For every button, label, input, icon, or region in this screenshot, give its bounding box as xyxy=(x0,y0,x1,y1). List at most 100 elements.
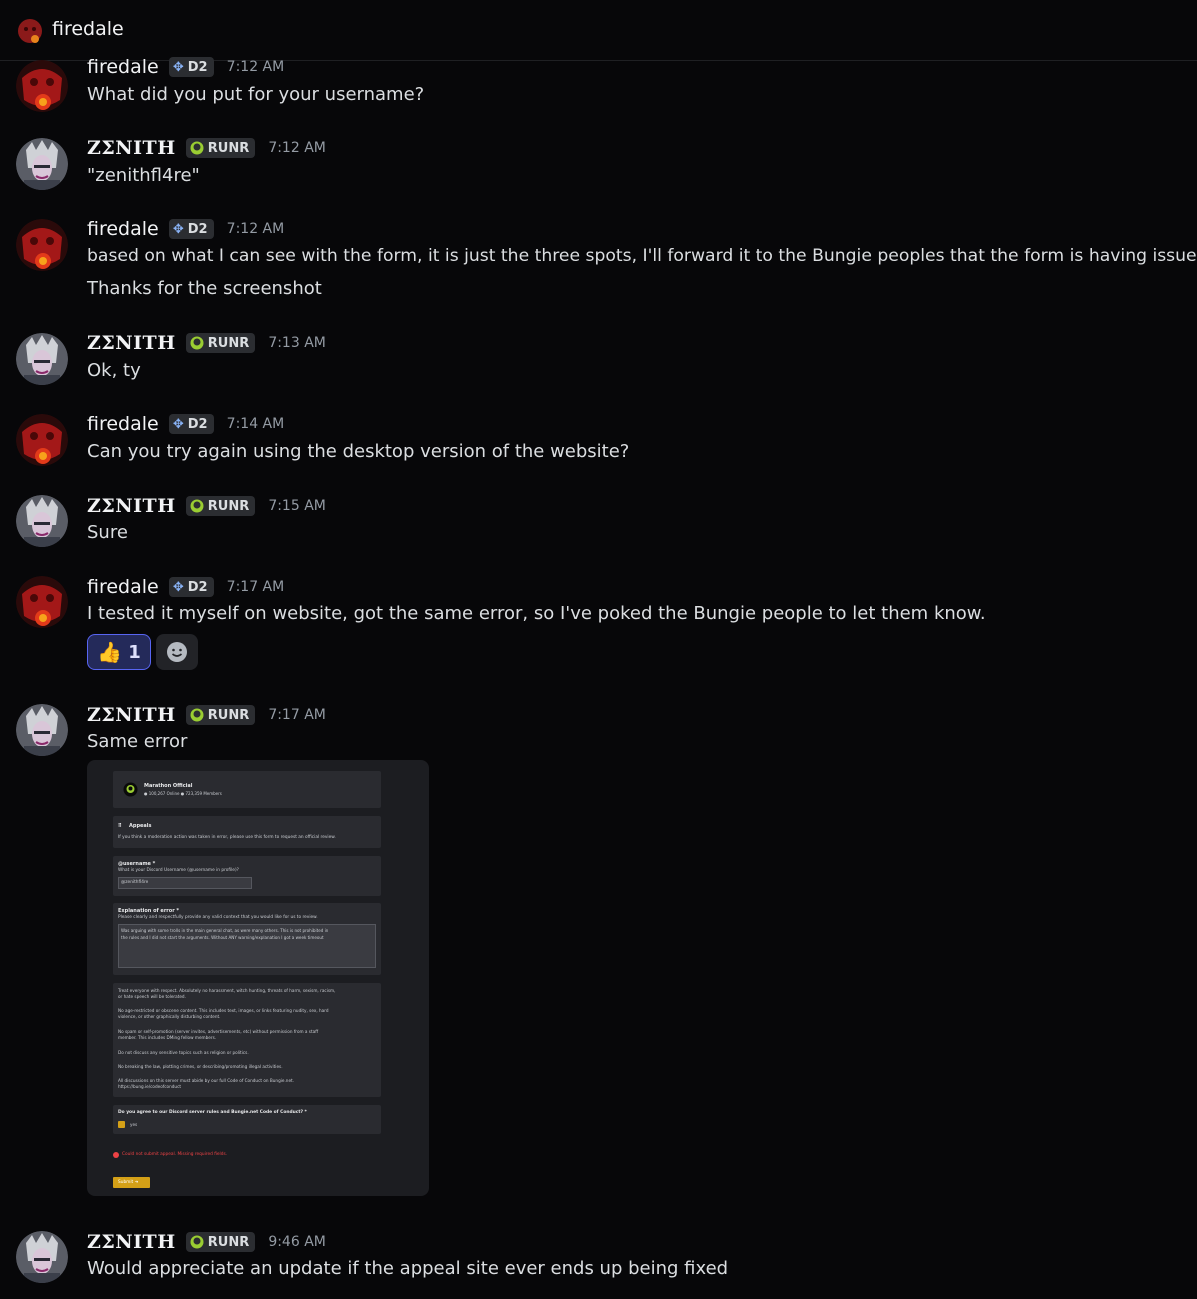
zenith-avatar[interactable] xyxy=(16,333,68,385)
timestamp: 7:14 AM xyxy=(226,416,285,432)
message-header: ΖΣΝΙΤΗ RUNR 7:13 AM xyxy=(87,332,326,356)
d2-icon: ✥ xyxy=(172,59,184,75)
q2-value-line: the rules and I did not start the argume… xyxy=(121,935,324,940)
server-tag[interactable]: RUNR xyxy=(185,705,256,725)
server-tag[interactable]: RUNR xyxy=(185,333,256,353)
zenith-avatar[interactable] xyxy=(16,704,68,756)
message-text: Same error xyxy=(87,731,188,752)
add-reaction-button[interactable] xyxy=(156,634,198,670)
message-header: ΖΣΝΙΤΗ RUNR 7:12 AM xyxy=(87,137,326,161)
error-icon xyxy=(113,1152,119,1158)
agreement-question: Do you agree to our Discord server rules… xyxy=(113,1105,381,1134)
grid-icon: ⠿ xyxy=(118,823,122,829)
runr-icon xyxy=(190,499,204,513)
explanation-field[interactable]: Was arguing with some trolls in the main… xyxy=(118,924,376,968)
username-question: @username * What is your Discord Usernam… xyxy=(113,856,381,896)
message-text: I tested it myself on website, got the s… xyxy=(87,603,986,624)
zenith-avatar[interactable] xyxy=(16,138,68,190)
message-header: ΖΣΝΙΤΗ RUNR 9:46 AM xyxy=(87,1231,326,1255)
timestamp: 7:17 AM xyxy=(226,579,285,595)
q2-label: Explanation of error * xyxy=(118,908,180,914)
appeals-desc: If you think a moderation action was tak… xyxy=(118,835,336,840)
author-name[interactable]: firedale xyxy=(87,413,159,435)
server-stats: ● 100,267 Online ● 723,359 Members xyxy=(144,791,222,796)
zenith-avatar[interactable] xyxy=(16,495,68,547)
firedale-avatar[interactable] xyxy=(16,219,68,271)
message-text: Sure xyxy=(87,522,128,543)
author-name[interactable]: ΖΣΝΙΤΗ xyxy=(87,704,176,726)
rules-card: Treat everyone with respect. Absolutely … xyxy=(113,983,381,1097)
server-name: Marathon Official xyxy=(144,783,193,789)
timestamp: 7:13 AM xyxy=(268,335,326,351)
server-tag[interactable]: ✥ D2 xyxy=(168,577,214,597)
server-tag[interactable]: ✥ D2 xyxy=(168,219,214,239)
marathon-logo-icon xyxy=(123,782,138,797)
smiley-icon xyxy=(167,642,187,662)
rule-text: Treat everyone with respect. Absolutely … xyxy=(118,988,336,993)
runr-icon xyxy=(190,336,204,350)
zenith-avatar[interactable] xyxy=(16,1231,68,1283)
submit-label: Submit ➜ xyxy=(118,1180,139,1185)
message-header: firedale ✥ D2 7:12 AM xyxy=(87,56,284,80)
server-card: Marathon Official ● 100,267 Online ● 723… xyxy=(113,771,381,808)
message-text: "zenithfl4re" xyxy=(87,165,200,186)
server-tag[interactable]: ✥ D2 xyxy=(168,57,214,77)
d2-icon: ✥ xyxy=(172,416,184,432)
error-text: Could not submit appeal. Missing require… xyxy=(122,1152,228,1157)
username-field[interactable]: @zenithfl4re xyxy=(118,877,252,889)
reaction-thumbs-up[interactable]: 👍 1 xyxy=(87,634,151,670)
author-name[interactable]: ΖΣΝΙΤΗ xyxy=(87,332,176,354)
thumbs-up-icon: 👍 xyxy=(97,640,123,664)
firedale-avatar[interactable] xyxy=(16,414,68,466)
timestamp: 7:17 AM xyxy=(268,707,326,723)
timestamp: 7:15 AM xyxy=(268,498,326,514)
q3-label: Do you agree to our Discord server rules… xyxy=(118,1110,307,1115)
author-name[interactable]: ΖΣΝΙΤΗ xyxy=(87,1231,176,1253)
appeals-card: ⠿ Appeals If you think a moderation acti… xyxy=(113,816,381,848)
server-tag[interactable]: RUNR xyxy=(185,496,256,516)
q2-desc: Please clearly and respectfully provide … xyxy=(118,915,318,920)
message-text: Would appreciate an update if the appeal… xyxy=(87,1258,729,1279)
submit-button[interactable]: Submit ➜ xyxy=(113,1177,150,1188)
firedale-avatar[interactable] xyxy=(16,576,68,628)
q3-value: yes xyxy=(130,1122,138,1127)
q1-value: @zenithfl4re xyxy=(121,880,149,885)
rule-text: No breaking the law, plotting crimes, or… xyxy=(118,1064,283,1069)
image-attachment[interactable]: Marathon Official ● 100,267 Online ● 723… xyxy=(87,760,429,1196)
firedale-avatar[interactable] xyxy=(17,18,43,44)
d2-icon: ✥ xyxy=(172,579,184,595)
channel-title: firedale xyxy=(52,18,124,40)
reaction-count: 1 xyxy=(128,641,141,663)
message-header: firedale ✥ D2 7:14 AM xyxy=(87,413,284,437)
runr-icon xyxy=(190,1235,204,1249)
message-header: ΖΣΝΙΤΗ RUNR 7:15 AM xyxy=(87,495,326,519)
rule-text: or hate speech will be tolerated. xyxy=(118,994,186,999)
message-header: firedale ✥ D2 7:12 AM xyxy=(87,218,284,242)
appeals-title: Appeals xyxy=(129,823,152,829)
server-tag[interactable]: RUNR xyxy=(185,1232,256,1252)
timestamp: 7:12 AM xyxy=(226,221,285,237)
server-tag[interactable]: ✥ D2 xyxy=(168,414,214,434)
message-header: firedale ✥ D2 7:17 AM xyxy=(87,576,284,600)
explanation-question: Explanation of error * Please clearly an… xyxy=(113,903,381,975)
author-name[interactable]: firedale xyxy=(87,218,159,240)
author-name[interactable]: firedale xyxy=(87,56,159,78)
rule-text: No age-restricted or obscene content. Th… xyxy=(118,1008,329,1013)
message-text: Ok, ty xyxy=(87,360,141,381)
message-text: What did you put for your username? xyxy=(87,84,425,105)
checkbox-checked-icon[interactable] xyxy=(118,1121,125,1128)
server-tag[interactable]: RUNR xyxy=(185,138,256,158)
q2-value-line: Was arguing with some trolls in the main… xyxy=(121,928,329,933)
rule-text: All discussions on this server must abid… xyxy=(118,1078,295,1083)
message-text: based on what I can see with the form, i… xyxy=(87,246,1197,266)
timestamp: 9:46 AM xyxy=(268,1234,326,1250)
message-text: Can you try again using the desktop vers… xyxy=(87,441,630,462)
rule-text: member. This includes DMing fellow membe… xyxy=(118,1035,217,1040)
firedale-avatar[interactable] xyxy=(16,60,68,112)
author-name[interactable]: ΖΣΝΙΤΗ xyxy=(87,495,176,517)
timestamp: 7:12 AM xyxy=(268,140,326,156)
author-name[interactable]: firedale xyxy=(87,576,159,598)
author-name[interactable]: ΖΣΝΙΤΗ xyxy=(87,137,176,159)
timestamp: 7:12 AM xyxy=(226,59,285,75)
rule-text: https://bung.ie/codeofconduct xyxy=(118,1084,182,1089)
